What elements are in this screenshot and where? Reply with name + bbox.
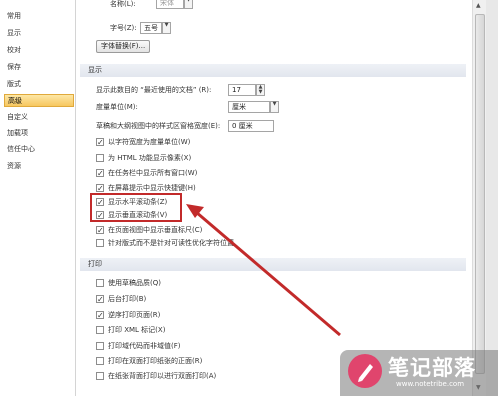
watermark: 笔记部落 www.notetribe.com: [340, 350, 498, 396]
watermark-url: www.notetribe.com: [396, 380, 465, 388]
pencil-icon: [358, 364, 373, 382]
watermark-logo: [348, 354, 382, 388]
annotation-arrow: [186, 204, 341, 337]
scrollbar-thumb[interactable]: [475, 14, 485, 374]
arrow-line: [195, 210, 341, 337]
scroll-up-icon[interactable]: ▲: [476, 2, 481, 9]
watermark-title: 笔记部落: [388, 356, 476, 380]
window-edge: [486, 0, 498, 396]
vertical-scrollbar[interactable]: ▲ ▼: [472, 0, 486, 396]
